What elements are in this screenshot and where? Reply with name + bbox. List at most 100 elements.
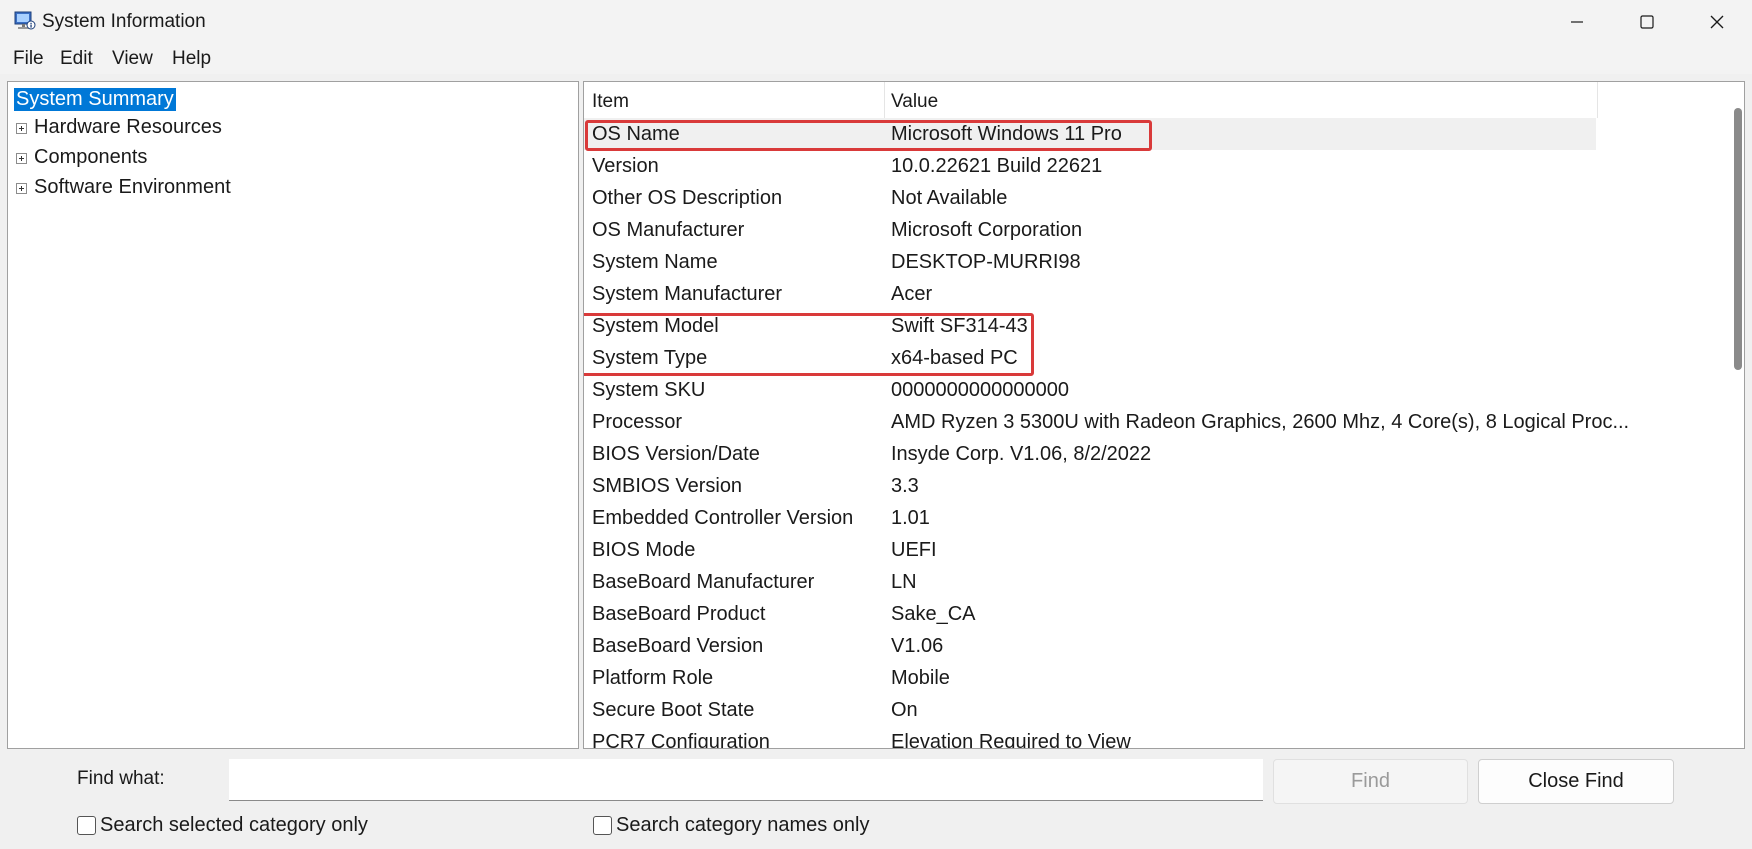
- table-row[interactable]: Secure Boot State On: [584, 694, 1596, 726]
- cell-value: Microsoft Corporation: [891, 219, 1083, 241]
- cell-value: 1.01: [891, 507, 930, 529]
- cell-value: Insyde Corp. V1.06, 8/2/2022: [891, 443, 1152, 465]
- close-icon: [1710, 15, 1724, 29]
- search-category-names-checkbox[interactable]: [593, 816, 612, 835]
- table-row[interactable]: BaseBoard Manufacturer LN: [584, 566, 1596, 598]
- cell-item: Other OS Description: [592, 187, 783, 209]
- cell-item: Secure Boot State: [592, 699, 755, 721]
- table-row[interactable]: BaseBoard Product Sake_CA: [584, 598, 1596, 630]
- tree-item-label: Hardware Resources: [34, 116, 222, 138]
- search-selected-category-checkbox-row[interactable]: Search selected category only: [77, 814, 368, 837]
- find-bar: Find what: Find Close Find Search select…: [0, 754, 1752, 849]
- vertical-scrollbar[interactable]: [1730, 82, 1744, 748]
- list-rows: OS Name Microsoft Windows 11 Pro Version 10…: [584, 118, 1629, 749]
- cell-item: Processor: [592, 411, 683, 433]
- maximize-icon: [1640, 15, 1654, 29]
- column-divider[interactable]: [884, 82, 885, 118]
- find-button[interactable]: Find: [1273, 759, 1468, 804]
- cell-item: OS Manufacturer: [592, 219, 745, 241]
- system-information-app-icon: [14, 11, 36, 30]
- table-row[interactable]: System Type x64-based PC: [584, 342, 1596, 374]
- cell-value: LN: [891, 571, 917, 593]
- cell-item: BIOS Mode: [592, 539, 696, 561]
- table-row[interactable]: Processor AMD Ryzen 3 5300U with Radeon G…: [584, 406, 1629, 438]
- table-row[interactable]: System SKU 0000000000000000: [584, 374, 1596, 406]
- cell-value: 10.0.22621 Build 22621: [891, 155, 1103, 177]
- cell-item: BaseBoard Version: [592, 635, 764, 657]
- cell-item: Version: [592, 155, 659, 177]
- cell-value: Elevation Required to View: [891, 731, 1131, 749]
- column-header-value[interactable]: Value: [891, 91, 938, 113]
- search-selected-category-label: Search selected category only: [100, 814, 368, 836]
- table-row[interactable]: BIOS Version/Date Insyde Corp. V1.06, 8/2…: [584, 438, 1596, 470]
- column-divider[interactable]: [1597, 82, 1598, 118]
- list-header: Item Value: [584, 82, 1598, 118]
- cell-value: x64-based PC: [891, 347, 1018, 369]
- menu-file[interactable]: File: [13, 48, 44, 70]
- cell-value: Microsoft Windows 11 Pro: [891, 123, 1122, 145]
- cell-value: Mobile: [891, 667, 950, 689]
- cell-value: 0000000000000000: [891, 379, 1069, 401]
- minimize-button[interactable]: [1542, 0, 1612, 44]
- cell-item: BaseBoard Manufacturer: [592, 571, 815, 593]
- cell-value: Not Available: [891, 187, 1008, 209]
- table-row[interactable]: BaseBoard Version V1.06: [584, 630, 1596, 662]
- cell-value: Acer: [891, 283, 933, 305]
- cell-value: DESKTOP-MURRI98: [891, 251, 1081, 273]
- table-row[interactable]: System Manufacturer Acer: [584, 278, 1596, 310]
- cell-item: SMBIOS Version: [592, 475, 743, 497]
- cell-item: OS Name: [592, 123, 680, 145]
- expand-plus-icon[interactable]: [16, 153, 27, 164]
- expand-plus-icon[interactable]: [16, 183, 27, 194]
- table-row[interactable]: PCR7 Configuration Elevation Required to …: [584, 726, 1596, 749]
- close-find-button[interactable]: Close Find: [1478, 759, 1674, 804]
- category-tree[interactable]: System Summary Hardware Resources Compon…: [7, 81, 579, 749]
- search-category-names-checkbox-row[interactable]: Search category names only: [593, 814, 869, 837]
- table-row[interactable]: System Name DESKTOP-MURRI98: [584, 246, 1596, 278]
- maximize-button[interactable]: [1612, 0, 1682, 44]
- cell-item: System SKU: [592, 379, 706, 401]
- cell-item: Platform Role: [592, 667, 714, 689]
- cell-value: Swift SF314-43: [891, 315, 1028, 337]
- cell-value: 3.3: [891, 475, 919, 497]
- find-what-label: Find what:: [77, 768, 165, 789]
- cell-item: Embedded Controller Version: [592, 507, 854, 529]
- table-row[interactable]: SMBIOS Version 3.3: [584, 470, 1596, 502]
- scrollbar-thumb[interactable]: [1734, 108, 1742, 370]
- expand-plus-icon[interactable]: [16, 123, 27, 134]
- title-bar: System Information: [0, 0, 1752, 44]
- cell-value: AMD Ryzen 3 5300U with Radeon Graphics, …: [891, 411, 1630, 433]
- tree-item-label: Components: [34, 146, 148, 168]
- cell-item: BIOS Version/Date: [592, 443, 760, 465]
- table-row[interactable]: BIOS Mode UEFI: [584, 534, 1596, 566]
- minimize-icon: [1571, 21, 1583, 23]
- table-row[interactable]: OS Manufacturer Microsoft Corporation: [584, 214, 1596, 246]
- menu-view[interactable]: View: [112, 48, 153, 70]
- menu-help[interactable]: Help: [172, 48, 211, 70]
- search-category-names-label: Search category names only: [616, 814, 870, 836]
- cell-item: System Type: [592, 347, 708, 369]
- details-list[interactable]: Item Value OS Name Microsoft Windows 11 P…: [583, 81, 1745, 749]
- table-row[interactable]: Version 10.0.22621 Build 22621: [584, 150, 1596, 182]
- column-header-item[interactable]: Item: [592, 91, 629, 113]
- cell-item: System Name: [592, 251, 718, 273]
- cell-value: Sake_CA: [891, 603, 976, 625]
- menu-bar: File Edit View Help: [0, 44, 1752, 74]
- table-row[interactable]: Platform Role Mobile: [584, 662, 1596, 694]
- window-title: System Information: [42, 11, 206, 32]
- cell-value: UEFI: [891, 539, 937, 561]
- close-button[interactable]: [1682, 0, 1752, 44]
- table-row[interactable]: Embedded Controller Version 1.01: [584, 502, 1596, 534]
- find-what-input[interactable]: [229, 759, 1263, 801]
- table-row[interactable]: OS Name Microsoft Windows 11 Pro: [584, 118, 1596, 150]
- table-row[interactable]: System Model Swift SF314-43: [584, 310, 1596, 342]
- table-row[interactable]: Other OS Description Not Available: [584, 182, 1596, 214]
- cell-value: V1.06: [891, 635, 944, 657]
- menu-edit[interactable]: Edit: [60, 48, 93, 70]
- cell-item: PCR7 Configuration: [592, 731, 770, 749]
- cell-item: System Manufacturer: [592, 283, 783, 305]
- tree-item-label: Software Environment: [34, 176, 231, 198]
- search-selected-category-checkbox[interactable]: [77, 816, 96, 835]
- cell-value: On: [891, 699, 918, 721]
- cell-item: BaseBoard Product: [592, 603, 766, 625]
